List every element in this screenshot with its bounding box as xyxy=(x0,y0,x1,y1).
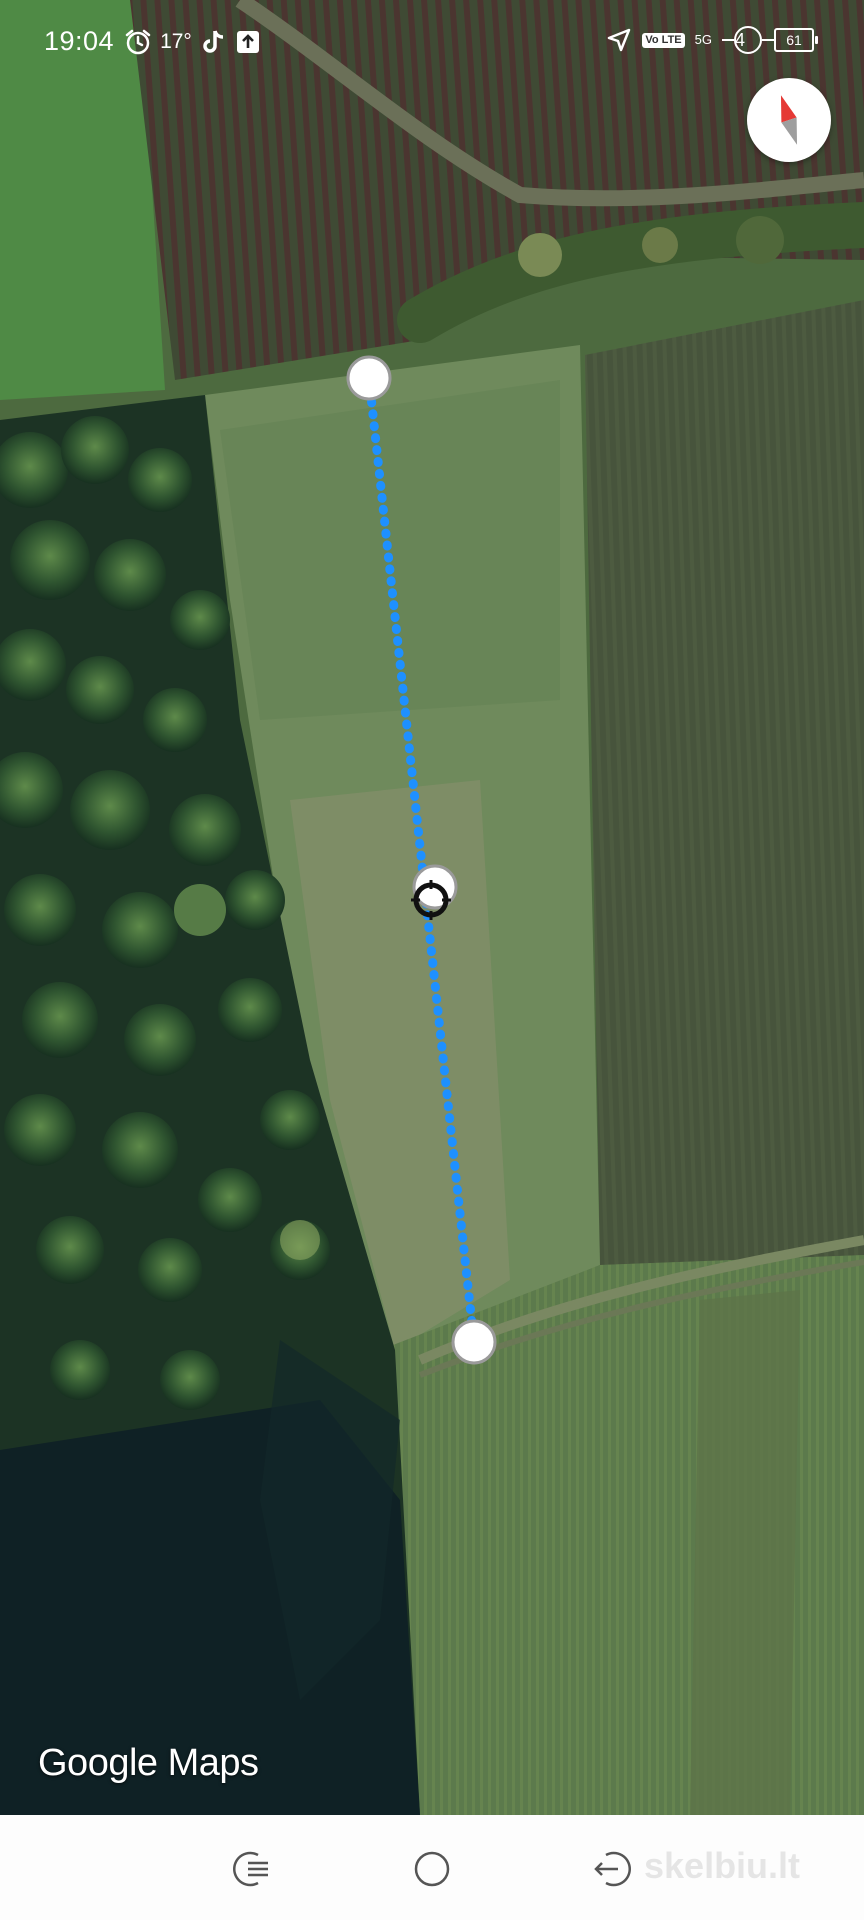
home-icon xyxy=(414,1851,450,1887)
network-type: 5G xyxy=(694,32,712,47)
compass-icon xyxy=(780,95,798,145)
status-left: 19:04 17° xyxy=(44,26,260,57)
start-point-marker[interactable] xyxy=(346,355,392,401)
home-button[interactable] xyxy=(410,1847,454,1891)
map-view[interactable] xyxy=(0,0,864,1815)
clock: 19:04 xyxy=(44,26,115,56)
location-arrow-icon xyxy=(606,27,632,53)
recents-button[interactable] xyxy=(228,1847,272,1891)
recents-icon xyxy=(233,1851,268,1887)
satellite-imagery xyxy=(0,0,864,1815)
status-right: Vo LTE 5G 4 61 xyxy=(606,24,818,56)
back-icon xyxy=(594,1851,631,1887)
navigation-bar: skelbiu.lt xyxy=(0,1815,864,1920)
upload-icon xyxy=(236,30,260,54)
alarm-icon xyxy=(124,28,152,56)
watermark: skelbiu.lt xyxy=(644,1845,801,1886)
temperature: 17° xyxy=(160,29,192,53)
compass-button[interactable] xyxy=(747,78,831,162)
google-maps-attribution: Google Maps xyxy=(38,1742,259,1784)
signal-icon xyxy=(721,24,774,56)
battery-indicator: 61 xyxy=(774,28,818,52)
end-point-marker[interactable] xyxy=(451,1319,497,1365)
battery-level: 61 xyxy=(786,32,802,48)
volte-badge: Vo LTE xyxy=(642,32,685,48)
status-bar: 19:04 17° Vo LTE 5G 4 61 xyxy=(0,0,864,90)
tiktok-icon xyxy=(202,29,226,55)
back-button[interactable] xyxy=(592,1847,636,1891)
sim-number: 4 xyxy=(734,29,745,50)
